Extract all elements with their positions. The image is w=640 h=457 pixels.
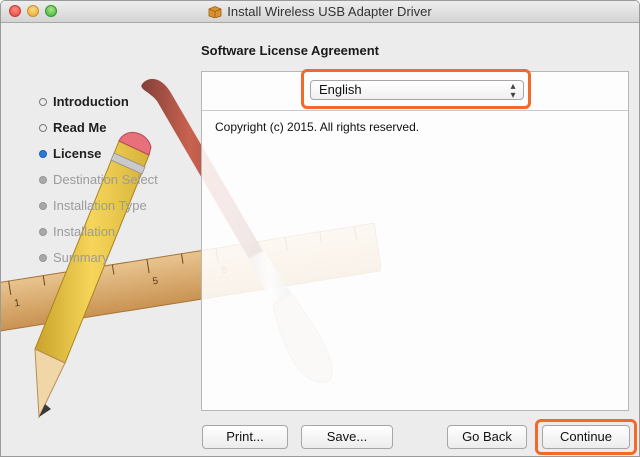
license-text[interactable]: Copyright (c) 2015. All rights reserved. <box>215 120 419 134</box>
step-destination-select: Destination Select <box>39 172 158 198</box>
step-label: Installation Type <box>53 198 147 213</box>
window-title-wrap: Install Wireless USB Adapter Driver <box>1 4 639 19</box>
license-panel: English ▴ ▾ Copyright (c) 2015. All right… <box>201 71 629 411</box>
up-down-chevron-icon: ▴ ▾ <box>510 81 516 101</box>
step-introduction: Introduction <box>39 94 158 120</box>
step-label: Introduction <box>53 94 129 109</box>
step-indicator-icon <box>39 228 47 236</box>
step-license: License <box>39 146 158 172</box>
step-indicator-icon <box>39 124 47 132</box>
title-bar: Install Wireless USB Adapter Driver <box>1 1 639 23</box>
step-label: License <box>53 146 102 161</box>
step-label: Summary <box>53 250 109 265</box>
go-back-button[interactable]: Go Back <box>447 425 527 449</box>
print-button[interactable]: Print... <box>202 425 288 449</box>
step-indicator-icon <box>39 254 47 262</box>
step-indicator-icon <box>39 150 47 158</box>
step-installation-type: Installation Type <box>39 198 158 224</box>
step-read-me: Read Me <box>39 120 158 146</box>
step-label: Read Me <box>53 120 107 135</box>
save-button[interactable]: Save... <box>301 425 393 449</box>
step-indicator-icon <box>39 98 47 106</box>
language-bar: English ▴ ▾ <box>202 72 628 111</box>
step-summary: Summary <box>39 250 158 276</box>
step-installation: Installation <box>39 224 158 250</box>
step-label: Installation <box>53 224 116 239</box>
steps-sidebar: Introduction Read Me License Destination… <box>39 94 158 276</box>
step-label: Destination Select <box>53 172 158 187</box>
package-icon <box>208 6 222 18</box>
continue-button[interactable]: Continue <box>542 425 630 449</box>
page-title: Software License Agreement <box>201 43 379 58</box>
step-indicator-icon <box>39 202 47 210</box>
language-selected-value: English <box>319 82 362 97</box>
installer-window: Install Wireless USB Adapter Driver Soft… <box>0 0 640 457</box>
step-indicator-icon <box>39 176 47 184</box>
language-select[interactable]: English ▴ ▾ <box>310 80 524 101</box>
window-title: Install Wireless USB Adapter Driver <box>227 4 432 19</box>
